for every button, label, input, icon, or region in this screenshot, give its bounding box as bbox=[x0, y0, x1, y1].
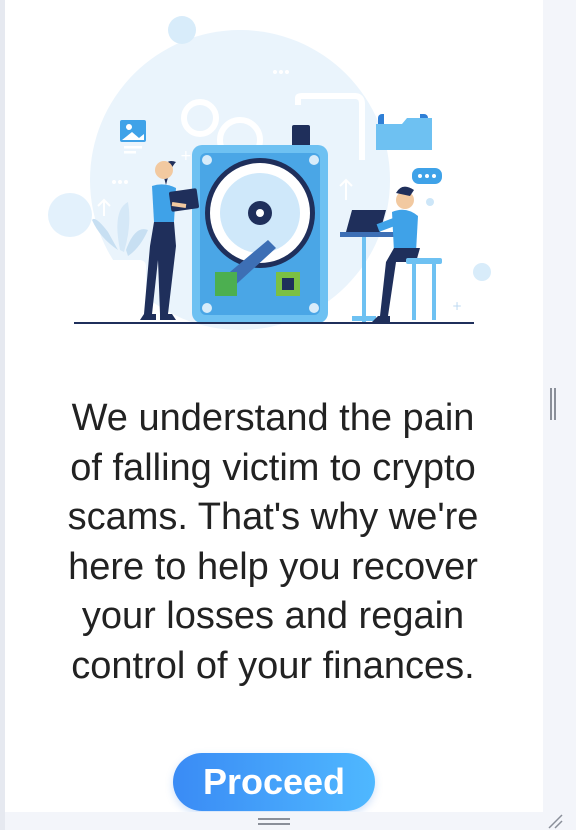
svg-text:+: + bbox=[452, 299, 462, 313]
proceed-button[interactable]: Proceed bbox=[173, 753, 375, 811]
svg-text:+: + bbox=[346, 291, 356, 305]
hard-drive-icon bbox=[192, 125, 328, 323]
svg-text:+: + bbox=[92, 269, 102, 283]
vertical-splitter-handle[interactable] bbox=[550, 388, 556, 420]
data-recovery-illustration: + + + + + bbox=[48, 16, 491, 330]
svg-text:+: + bbox=[420, 93, 432, 109]
message-line: scams. That's why we're bbox=[67, 496, 479, 538]
folder-icon bbox=[376, 108, 432, 150]
message-line: control of your finances. bbox=[71, 644, 475, 687]
message-line: your losses and regain bbox=[81, 595, 465, 637]
message-line: We understand the pain bbox=[71, 397, 475, 439]
left-edge bbox=[0, 0, 5, 830]
recovery-message: We understand the pain of falling victim… bbox=[10, 394, 536, 691]
resize-grip-icon[interactable] bbox=[546, 812, 564, 830]
right-panel bbox=[543, 0, 576, 830]
message-line: here to help you recover bbox=[68, 545, 478, 588]
chat-icon bbox=[412, 168, 442, 184]
horizontal-splitter-handle[interactable] bbox=[258, 818, 290, 825]
message-line: of falling victim to crypto bbox=[70, 446, 476, 489]
svg-text:+: + bbox=[180, 148, 192, 164]
